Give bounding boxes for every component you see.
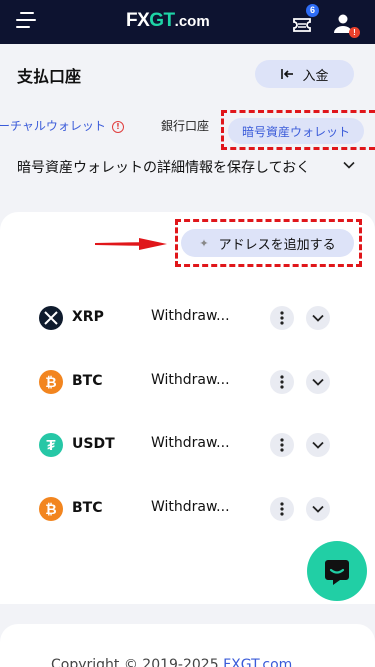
logo[interactable]: FXGT.com	[126, 10, 210, 32]
chevron-down-icon[interactable]	[306, 433, 330, 457]
arrow-right-icon	[95, 238, 167, 250]
more-vertical-icon[interactable]	[270, 370, 294, 394]
chat-button[interactable]	[307, 541, 367, 601]
enter-icon	[281, 69, 294, 79]
ticket-icon[interactable]: 6	[289, 4, 319, 36]
top-bar: FXGT.com 6 !	[0, 0, 375, 44]
chevron-down-icon[interactable]	[306, 497, 330, 521]
btc-icon: ₿	[39, 497, 63, 521]
deposit-label: 入金	[302, 68, 329, 84]
save-details-label: 暗号資産ウォレットの詳細情報を保存しておく	[17, 160, 311, 176]
notification-badge: 6	[306, 4, 319, 17]
wallet-name: Withdraw...	[151, 499, 230, 515]
copyright: Copyright © 2019-2025 FXGT.com	[51, 657, 292, 667]
more-vertical-icon[interactable]	[270, 306, 294, 330]
wallet-symbol: BTC	[72, 500, 103, 516]
wallet-row: XRP Withdraw...	[0, 296, 375, 340]
wallet-row: ₿ BTC Withdraw...	[0, 360, 375, 404]
warning-icon: !	[111, 121, 124, 133]
wallet-name: Withdraw...	[151, 372, 230, 388]
footer-link[interactable]: FXGT.com	[223, 657, 292, 667]
chevron-down-icon[interactable]	[306, 370, 330, 394]
chevron-down-icon	[343, 161, 355, 169]
chevron-down-icon[interactable]	[306, 306, 330, 330]
tab-virtual-wallet[interactable]: ーチャルウォレット!	[0, 117, 124, 134]
chat-icon	[325, 560, 349, 585]
highlight-box-crypto-tab	[221, 110, 375, 150]
wallet-symbol: BTC	[72, 373, 103, 389]
page-title: 支払口座	[17, 67, 82, 86]
wallet-row: ₿ BTC Withdraw...	[0, 487, 375, 531]
xrp-icon	[39, 306, 63, 330]
wallet-symbol: XRP	[72, 309, 104, 325]
more-vertical-icon[interactable]	[270, 433, 294, 457]
tab-bank-account[interactable]: 銀行口座	[161, 117, 209, 134]
usdt-icon: ₮	[39, 433, 63, 457]
wallet-name: Withdraw...	[151, 308, 230, 324]
btc-icon: ₿	[39, 370, 63, 394]
hamburger-icon[interactable]	[16, 12, 36, 30]
highlight-box-add-address	[175, 219, 362, 267]
wallet-row: ₮ USDT Withdraw...	[0, 423, 375, 467]
wallet-list-card	[0, 212, 375, 604]
save-details-toggle[interactable]: 暗号資産ウォレットの詳細情報を保存しておく	[17, 157, 357, 176]
wallet-symbol: USDT	[72, 436, 115, 452]
more-vertical-icon[interactable]	[270, 497, 294, 521]
wallet-name: Withdraw...	[151, 435, 230, 451]
profile-alert-badge: !	[349, 27, 360, 38]
deposit-button[interactable]: 入金	[255, 60, 354, 88]
user-icon[interactable]: !	[330, 10, 360, 38]
